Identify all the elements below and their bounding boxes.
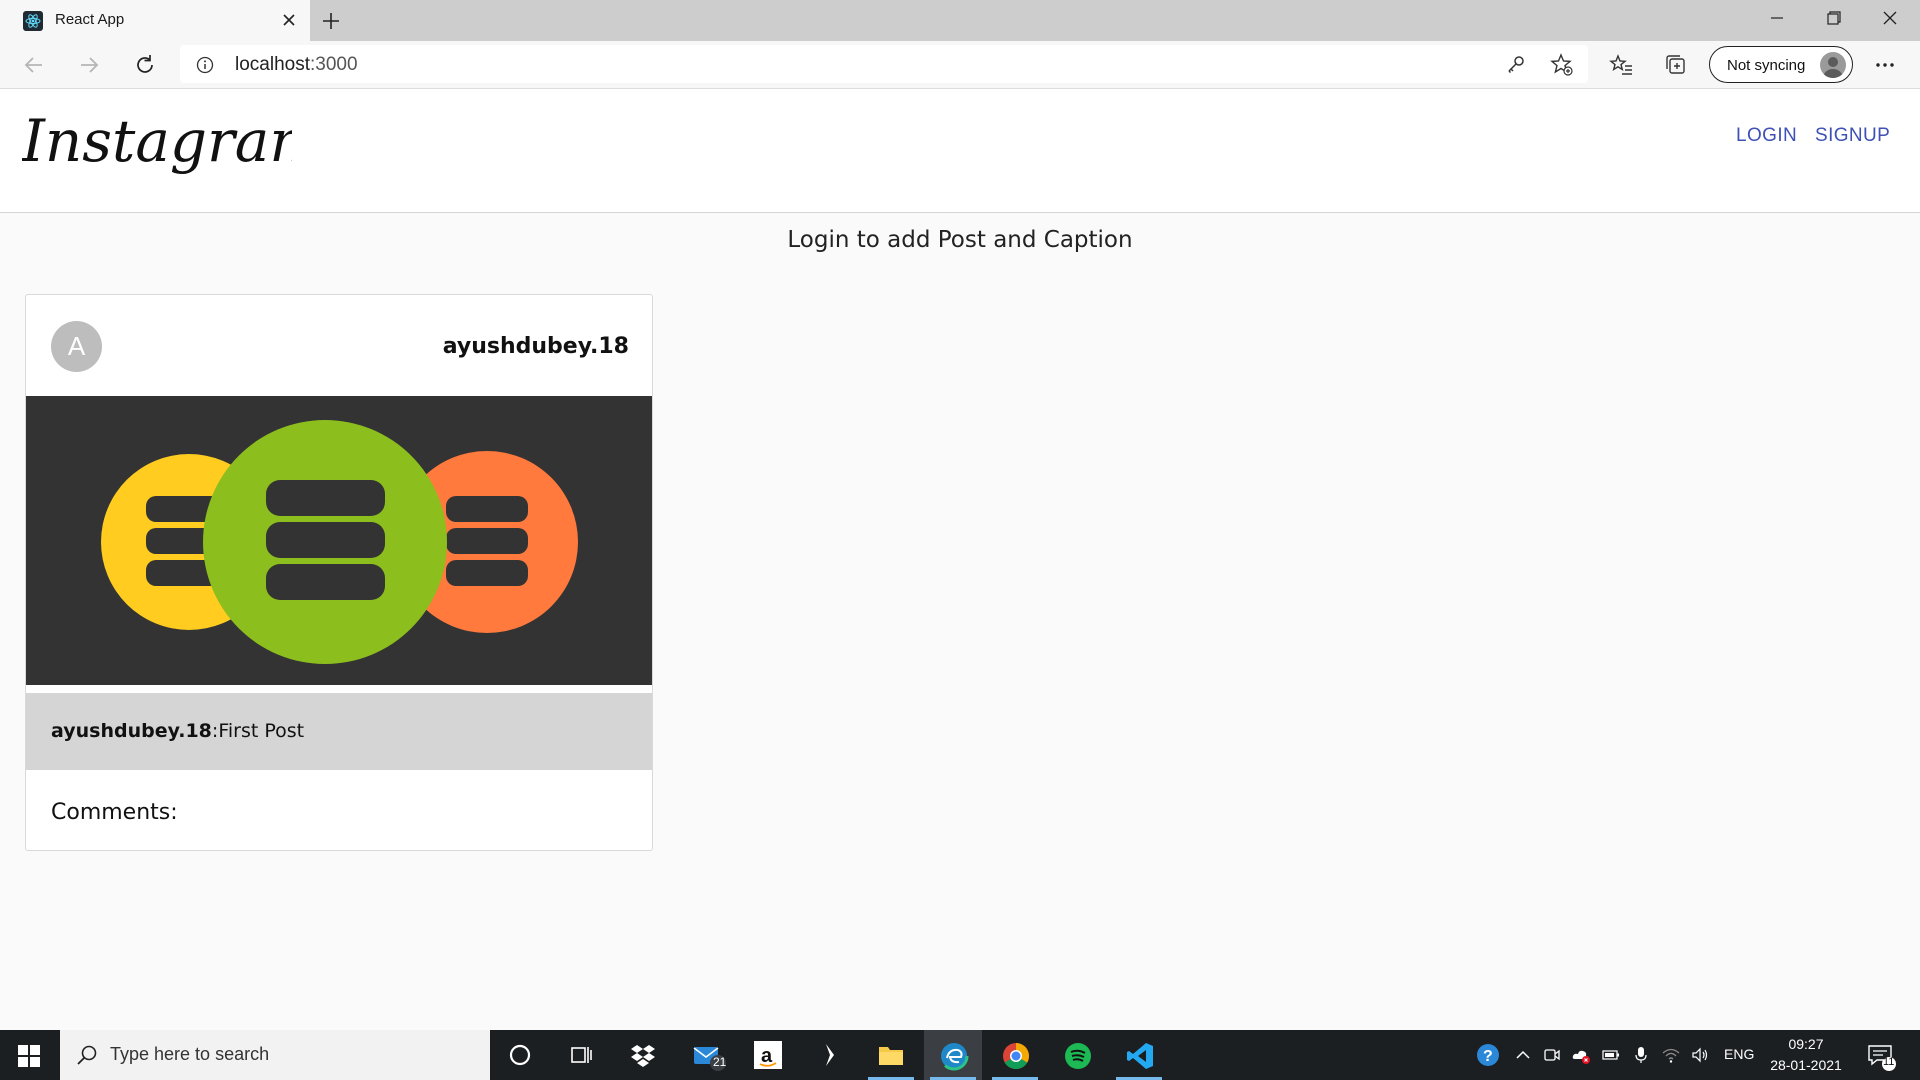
winamp-icon[interactable]	[801, 1030, 859, 1080]
search-placeholder: Type here to search	[110, 1044, 270, 1064]
caption-body: First Post	[218, 720, 305, 742]
post-header: A ayushdubey.18	[26, 295, 652, 396]
new-tab-icon[interactable]	[318, 8, 344, 34]
close-window-icon[interactable]	[1875, 6, 1905, 32]
task-view-icon[interactable]	[553, 1030, 611, 1080]
post-username: ayushdubey.18	[442, 334, 629, 359]
profile-avatar-icon	[1820, 52, 1846, 78]
close-tab-icon[interactable]	[279, 10, 299, 30]
address-bar[interactable]: localhost:3000	[180, 45, 1588, 83]
battery-icon[interactable]	[1601, 1045, 1621, 1065]
url-text[interactable]: localhost:3000	[235, 54, 358, 76]
back-arrow-icon[interactable]	[21, 52, 47, 78]
meet-now-icon[interactable]	[1542, 1045, 1562, 1065]
dropbox-icon[interactable]	[614, 1030, 672, 1080]
windows-start-icon[interactable]	[18, 1045, 40, 1067]
chrome-icon[interactable]	[986, 1030, 1044, 1080]
input-language[interactable]: ENG	[1724, 1046, 1754, 1062]
green-database-icon	[266, 480, 385, 600]
login-link[interactable]: LOGIN	[1736, 125, 1797, 147]
post-card: A ayushdubey.18 ayushdubey.18:First Post…	[25, 294, 653, 851]
spotify-icon[interactable]	[1048, 1030, 1106, 1080]
post-image	[26, 396, 652, 685]
logo-text: Instagram	[22, 107, 292, 175]
app-header: Instagram LOGIN SIGNUP	[0, 89, 1920, 213]
profile-sync-button[interactable]: Not syncing	[1709, 46, 1853, 83]
microphone-icon[interactable]	[1631, 1045, 1651, 1065]
show-hidden-icons-chevron-icon[interactable]	[1513, 1045, 1533, 1065]
mail-icon[interactable]: 21	[677, 1030, 735, 1080]
caption-text-line: ayushdubey.18:First Post	[51, 720, 304, 742]
help-icon[interactable]: ?	[1476, 1043, 1500, 1067]
post-avatar: A	[51, 321, 102, 372]
taskbar: Type here to search 21 a ? ENG 09:27 28-…	[0, 1030, 1920, 1080]
caption-username: ayushdubey.18	[51, 720, 212, 742]
search-icon	[76, 1044, 98, 1066]
favorites-icon[interactable]	[1608, 52, 1634, 78]
forward-arrow-icon[interactable]	[76, 52, 102, 78]
instagram-logo: Instagram	[22, 107, 292, 175]
browser-tab-bar: React App	[0, 0, 1920, 41]
login-message: Login to add Post and Caption	[787, 227, 1133, 253]
taskbar-search-box[interactable]: Type here to search	[60, 1030, 490, 1080]
file-explorer-icon[interactable]	[862, 1030, 920, 1080]
cortana-icon[interactable]	[491, 1030, 549, 1080]
add-favorite-icon[interactable]	[1550, 53, 1574, 77]
orange-database-icon	[446, 496, 528, 586]
edge-icon[interactable]	[924, 1030, 982, 1080]
site-info-icon[interactable]	[196, 56, 214, 74]
onedrive-error-icon[interactable]	[1571, 1045, 1591, 1065]
notification-center-icon[interactable]: 11	[1866, 1041, 1896, 1071]
vscode-icon[interactable]	[1110, 1030, 1168, 1080]
wifi-icon[interactable]	[1661, 1045, 1681, 1065]
restore-icon[interactable]	[1818, 6, 1848, 32]
key-icon[interactable]	[1504, 53, 1528, 77]
mail-badge: 21	[713, 1055, 727, 1069]
signup-link[interactable]: SIGNUP	[1815, 125, 1890, 147]
volume-icon[interactable]	[1690, 1045, 1710, 1065]
url-port: :3000	[310, 54, 358, 75]
notification-count: 11	[1883, 1056, 1895, 1068]
comments-label: Comments:	[51, 800, 178, 825]
clock-date[interactable]: 28-01-2021	[1764, 1057, 1848, 1073]
svg-text:?: ?	[1483, 1048, 1493, 1065]
browser-tab[interactable]: React App	[0, 0, 310, 41]
minimize-icon[interactable]	[1762, 6, 1792, 32]
svg-text:a: a	[761, 1045, 773, 1067]
url-host: localhost	[235, 54, 310, 75]
collections-icon[interactable]	[1663, 52, 1689, 78]
post-caption: ayushdubey.18:First Post	[26, 693, 652, 770]
browser-toolbar: localhost:3000 Not syncing	[0, 41, 1920, 89]
clock-time[interactable]: 09:27	[1770, 1036, 1842, 1052]
sync-label: Not syncing	[1727, 57, 1806, 74]
refresh-icon[interactable]	[132, 52, 158, 78]
amazon-icon[interactable]: a	[739, 1030, 797, 1080]
react-favicon-icon	[23, 11, 43, 31]
more-options-icon[interactable]	[1870, 52, 1900, 78]
tab-title: React App	[55, 11, 125, 28]
